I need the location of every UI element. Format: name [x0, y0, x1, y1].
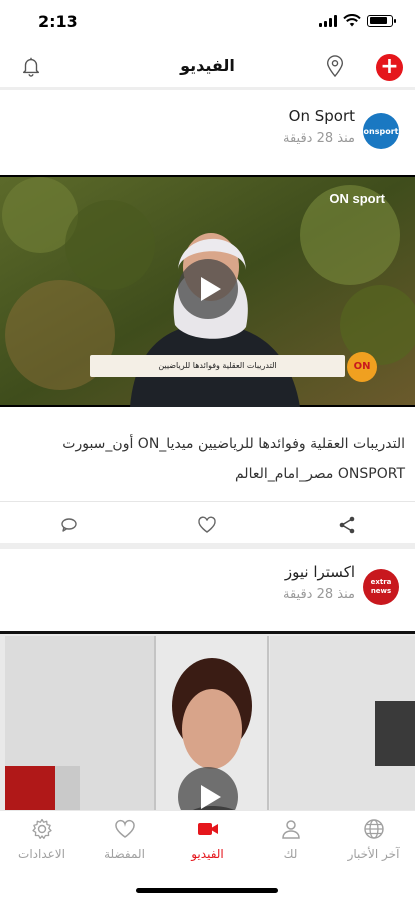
avatar-logo-text: onsport — [363, 126, 399, 136]
bottom-tab-bar: الاعدادات المفضلة الفيديو لك آخر الأخبار — [0, 810, 415, 900]
card-header: extra news اكسترا نيوز منذ 28 دقيقة — [0, 549, 415, 631]
source-name[interactable]: On Sport — [289, 107, 355, 125]
tab-label: لك — [283, 847, 298, 861]
video-camera-icon — [197, 823, 218, 835]
lower-third-badge: ON — [347, 352, 377, 382]
tab-label: آخر الأخبار — [347, 847, 400, 861]
app-header: الفيديو + — [0, 44, 415, 90]
post-time: منذ 28 دقيقة — [283, 587, 355, 602]
comment-icon[interactable] — [58, 514, 80, 536]
location-pin-icon[interactable] — [324, 54, 346, 78]
video-feed[interactable]: onsport On Sport منذ 28 دقيقة ON sport ا… — [0, 93, 415, 810]
home-indicator[interactable] — [136, 888, 278, 893]
lower-third-text: التدريبات العقلية وفوائدها للرياضيين — [158, 361, 277, 370]
heart-icon — [114, 819, 135, 838]
settings-icon — [31, 818, 52, 839]
globe-icon — [363, 819, 384, 839]
page-title: الفيديو — [180, 56, 235, 75]
play-button[interactable] — [178, 259, 238, 319]
feed-card: onsport On Sport منذ 28 دقيقة ON sport ا… — [0, 93, 415, 549]
battery-icon — [367, 14, 396, 27]
tab-favorites[interactable]: المفضلة — [83, 817, 166, 861]
user-icon — [281, 820, 300, 839]
card-header: onsport On Sport منذ 28 دقيقة — [0, 93, 415, 175]
status-time: 2:13 — [38, 12, 78, 31]
description-line: التدريبات العقلية وفوائدها للرياضيين ميد… — [62, 436, 405, 452]
status-icons — [319, 14, 396, 27]
tab-label: الفيديو — [191, 847, 224, 861]
post-time: منذ 28 دقيقة — [283, 131, 355, 146]
source-name[interactable]: اكسترا نيوز — [285, 563, 355, 581]
tab-label: المفضلة — [104, 847, 145, 861]
video-thumbnail[interactable] — [0, 631, 415, 810]
share-icon[interactable] — [336, 514, 358, 536]
tab-label: الاعدادات — [18, 847, 65, 861]
feed-card: extra news اكسترا نيوز منذ 28 دقيقة — [0, 549, 415, 810]
tab-latest-news[interactable]: آخر الأخبار — [332, 817, 415, 861]
status-bar: 2:13 — [0, 0, 415, 44]
source-avatar[interactable]: extra news — [363, 569, 399, 605]
source-avatar[interactable]: onsport — [363, 113, 399, 149]
video-thumbnail[interactable]: ON sport التدريبات العقلية وفوائدها للري… — [0, 175, 415, 407]
cellular-signal-icon — [319, 14, 337, 27]
tab-video[interactable]: الفيديو — [166, 817, 249, 861]
heart-icon[interactable] — [196, 514, 218, 536]
avatar-logo-text: extra news — [370, 578, 392, 595]
tab-settings[interactable]: الاعدادات — [0, 817, 83, 861]
description-line: ONSPORT مصر_امام_العالم — [234, 466, 405, 482]
tab-for-you[interactable]: لك — [249, 817, 332, 861]
card-description[interactable]: التدريبات العقلية وفوائدها للرياضيين ميد… — [0, 407, 415, 501]
channel-logo: ON sport — [329, 191, 385, 206]
wifi-icon — [343, 14, 361, 27]
lower-third-banner: التدريبات العقلية وفوائدها للرياضيين — [90, 355, 345, 377]
card-actions — [0, 501, 415, 549]
add-button[interactable]: + — [376, 54, 403, 81]
